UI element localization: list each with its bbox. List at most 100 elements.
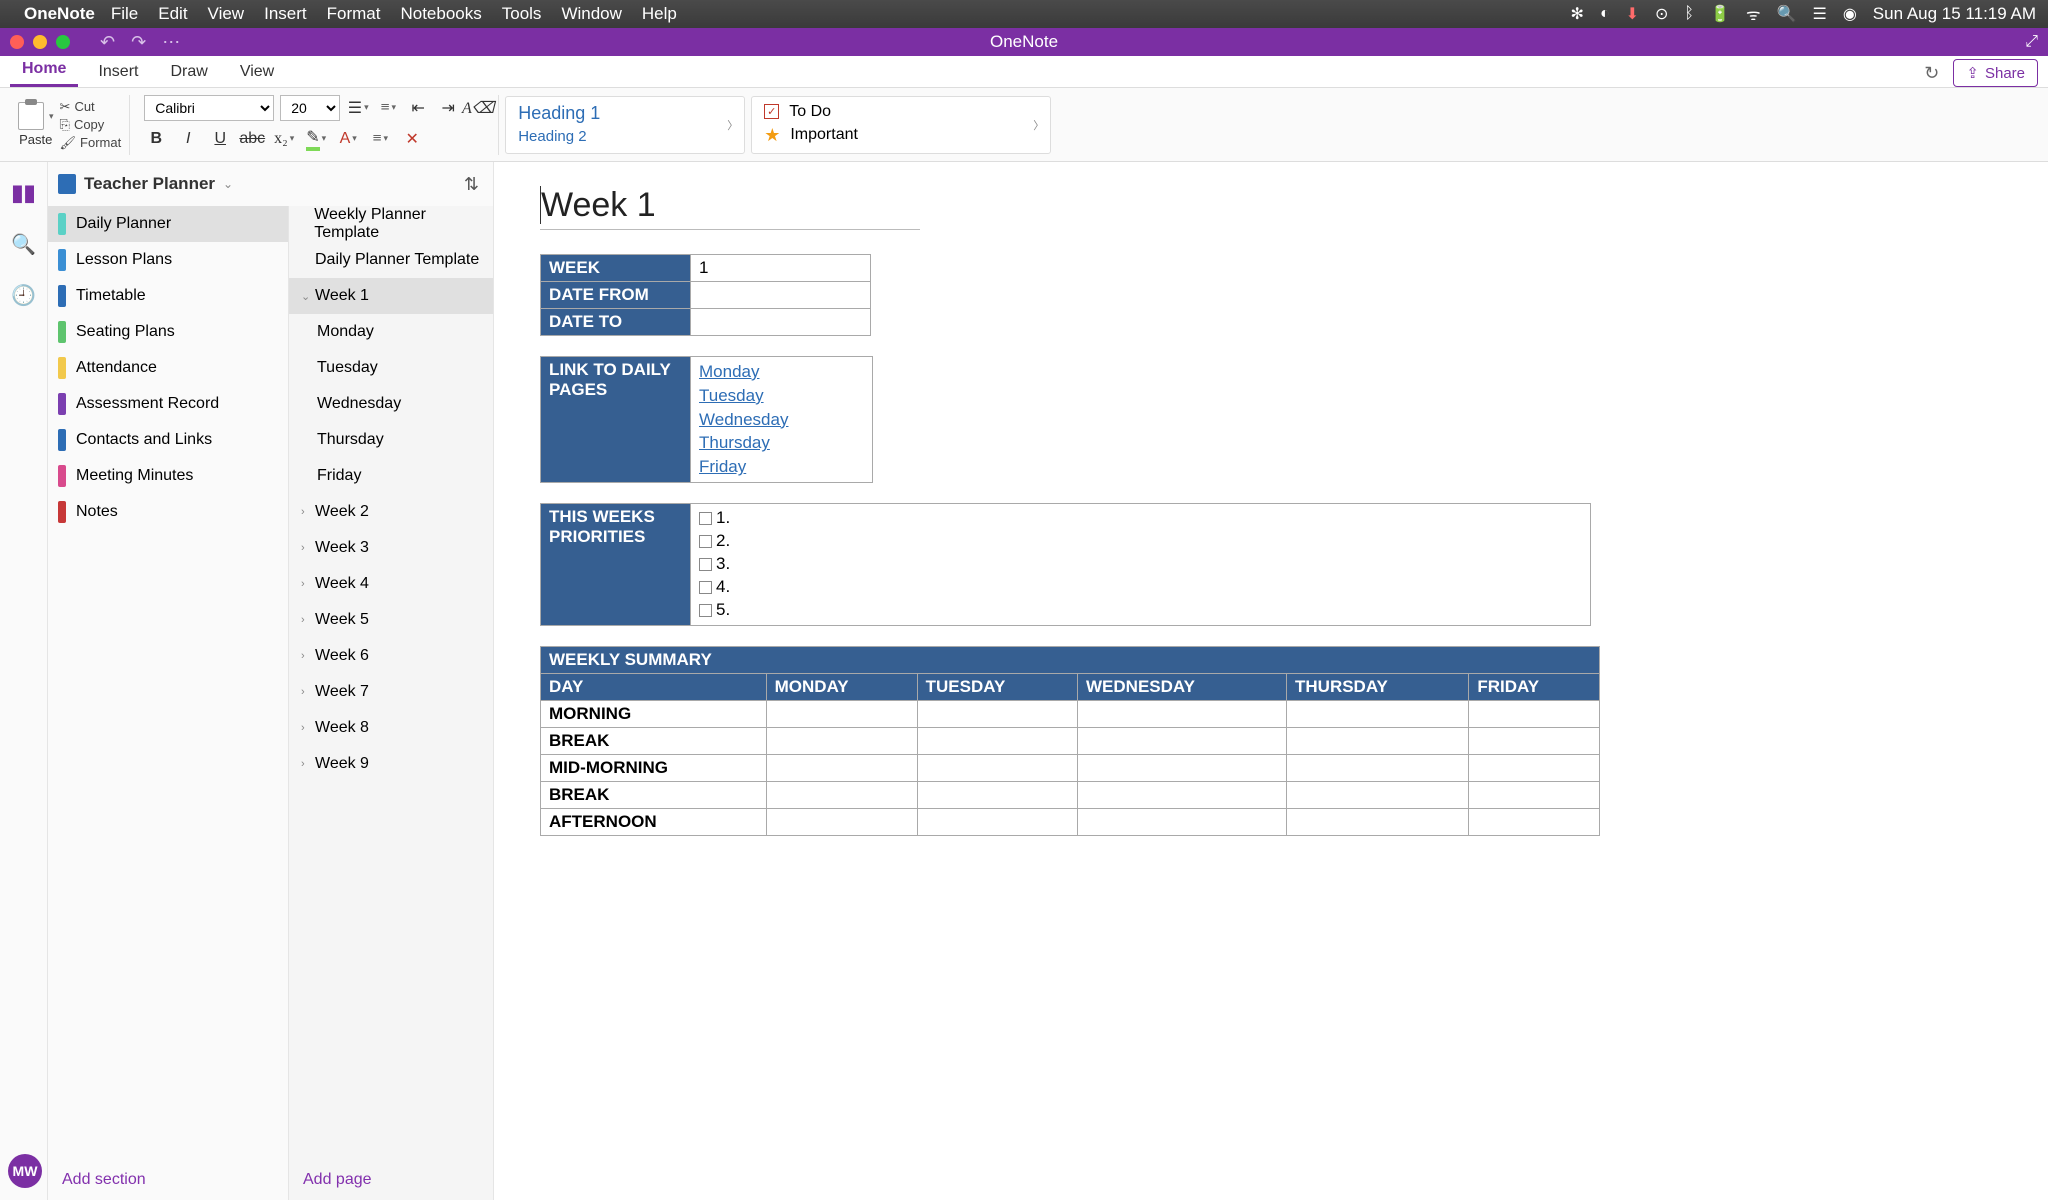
summary-cell[interactable] xyxy=(1287,727,1469,754)
chevron-right-icon[interactable]: › xyxy=(301,542,311,554)
section-item[interactable]: Meeting Minutes xyxy=(48,458,288,494)
status-icon[interactable]: ◐ xyxy=(1600,5,1610,23)
styles-gallery[interactable]: Heading 1 Heading 2 〉 xyxy=(505,96,745,154)
page-item[interactable]: Weekly Planner Template xyxy=(289,206,493,242)
add-section-button[interactable]: Add section xyxy=(48,1160,288,1200)
chevron-right-icon[interactable]: › xyxy=(301,506,311,518)
menu-file[interactable]: File xyxy=(111,4,138,24)
close-button[interactable] xyxy=(10,35,24,49)
summary-cell[interactable] xyxy=(917,727,1077,754)
chevron-right-icon[interactable]: › xyxy=(301,578,311,590)
page-item[interactable]: Friday xyxy=(289,458,493,494)
strike-button[interactable]: abc xyxy=(240,127,264,151)
chevron-right-icon[interactable]: › xyxy=(301,758,311,770)
chevron-right-icon[interactable]: 〉 xyxy=(727,117,738,133)
maximize-button[interactable] xyxy=(56,35,70,49)
summary-cell[interactable] xyxy=(1078,700,1287,727)
page-item[interactable]: ›Week 2 xyxy=(289,494,493,530)
tab-home[interactable]: Home xyxy=(10,54,78,87)
summary-cell[interactable] xyxy=(1287,781,1469,808)
delete-button[interactable]: ✕ xyxy=(400,127,424,151)
minimize-button[interactable] xyxy=(33,35,47,49)
section-item[interactable]: Daily Planner xyxy=(48,206,288,242)
daily-link[interactable]: Thursday xyxy=(699,431,864,455)
app-name[interactable]: OneNote xyxy=(24,4,95,24)
summary-cell[interactable] xyxy=(1078,781,1287,808)
chevron-right-icon[interactable]: 〉 xyxy=(1033,117,1044,133)
indent-button[interactable]: ⇥ xyxy=(436,96,460,120)
checkbox-icon[interactable] xyxy=(699,604,712,617)
avatar[interactable]: MW xyxy=(8,1154,42,1188)
recent-icon[interactable]: 🕘 xyxy=(11,283,36,308)
checkbox-icon[interactable] xyxy=(699,512,712,525)
tags-gallery[interactable]: ✓To Do ★Important 〉 xyxy=(751,96,1051,154)
spotlight-icon[interactable]: 🔍 xyxy=(1777,4,1797,24)
notebooks-icon[interactable]: ▮▮ xyxy=(11,180,35,206)
battery-icon[interactable]: 🔋 xyxy=(1710,4,1730,24)
daily-links-table[interactable]: LINK TO DAILY PAGES MondayTuesdayWednesd… xyxy=(540,356,873,483)
highlight-button[interactable]: ✎▾ xyxy=(304,127,328,151)
share-button[interactable]: ⇪ Share xyxy=(1953,59,2038,87)
align-button[interactable]: ≡▾ xyxy=(368,127,392,151)
font-size-select[interactable]: 20 xyxy=(280,95,340,121)
menu-view[interactable]: View xyxy=(208,4,245,24)
summary-cell[interactable] xyxy=(1078,754,1287,781)
summary-cell[interactable] xyxy=(1078,808,1287,835)
summary-cell[interactable] xyxy=(766,700,917,727)
page-item[interactable]: ›Week 3 xyxy=(289,530,493,566)
page-item[interactable]: ›Week 4 xyxy=(289,566,493,602)
summary-cell[interactable] xyxy=(766,727,917,754)
menu-format[interactable]: Format xyxy=(327,4,381,24)
chevron-right-icon[interactable]: › xyxy=(301,614,311,626)
note-canvas[interactable]: Week 1 WEEK1 DATE FROM DATE TO LINK TO D… xyxy=(494,162,2048,1200)
section-item[interactable]: Seating Plans xyxy=(48,314,288,350)
section-item[interactable]: Attendance xyxy=(48,350,288,386)
section-item[interactable]: Lesson Plans xyxy=(48,242,288,278)
menu-notebooks[interactable]: Notebooks xyxy=(400,4,481,24)
chevron-right-icon[interactable]: › xyxy=(301,650,311,662)
status-icon[interactable]: ✻ xyxy=(1571,4,1584,24)
daily-link[interactable]: Monday xyxy=(699,360,864,384)
summary-cell[interactable] xyxy=(1287,700,1469,727)
font-color-button[interactable]: A▾ xyxy=(336,127,360,151)
daily-link[interactable]: Friday xyxy=(699,455,864,479)
summary-cell[interactable] xyxy=(1287,808,1469,835)
tag-todo[interactable]: ✓To Do xyxy=(764,103,1038,121)
notebook-selector[interactable]: Teacher Planner ⌄ xyxy=(48,162,464,206)
checkbox-icon[interactable] xyxy=(699,581,712,594)
summary-cell[interactable] xyxy=(766,781,917,808)
tag-important[interactable]: ★Important xyxy=(764,125,1038,146)
page-item[interactable]: Thursday xyxy=(289,422,493,458)
checkbox-icon[interactable] xyxy=(699,535,712,548)
paste-button[interactable]: ▾ Paste xyxy=(18,102,54,147)
summary-cell[interactable] xyxy=(766,754,917,781)
bullets-button[interactable]: ☰▾ xyxy=(346,96,370,120)
summary-cell[interactable] xyxy=(1469,700,1600,727)
tab-draw[interactable]: Draw xyxy=(158,57,219,87)
section-item[interactable]: Timetable xyxy=(48,278,288,314)
summary-cell[interactable] xyxy=(917,808,1077,835)
page-item[interactable]: Monday xyxy=(289,314,493,350)
bold-button[interactable]: B xyxy=(144,127,168,151)
summary-cell[interactable] xyxy=(917,754,1077,781)
status-icon[interactable]: ⊙ xyxy=(1655,4,1668,24)
menu-window[interactable]: Window xyxy=(561,4,621,24)
bluetooth-icon[interactable]: ᛒ xyxy=(1684,5,1694,23)
page-item[interactable]: ›Week 9 xyxy=(289,746,493,782)
section-item[interactable]: Assessment Record xyxy=(48,386,288,422)
chevron-right-icon[interactable]: › xyxy=(301,722,311,734)
daily-link[interactable]: Wednesday xyxy=(699,408,864,432)
summary-cell[interactable] xyxy=(1469,754,1600,781)
redo-button[interactable]: ↷ xyxy=(131,32,146,53)
sync-icon[interactable]: ↻ xyxy=(1924,63,1939,84)
clear-format-button[interactable]: A⌫ xyxy=(466,96,490,120)
page-item[interactable]: ›Week 8 xyxy=(289,710,493,746)
outdent-button[interactable]: ⇤ xyxy=(406,96,430,120)
subscript-button[interactable]: x₂▾ xyxy=(272,127,296,151)
italic-button[interactable]: I xyxy=(176,127,200,151)
week-info-table[interactable]: WEEK1 DATE FROM DATE TO xyxy=(540,254,871,336)
status-icon[interactable]: ⬇ xyxy=(1626,4,1639,24)
summary-cell[interactable] xyxy=(917,700,1077,727)
siri-icon[interactable]: ◉ xyxy=(1843,4,1857,24)
tab-view[interactable]: View xyxy=(228,57,286,87)
